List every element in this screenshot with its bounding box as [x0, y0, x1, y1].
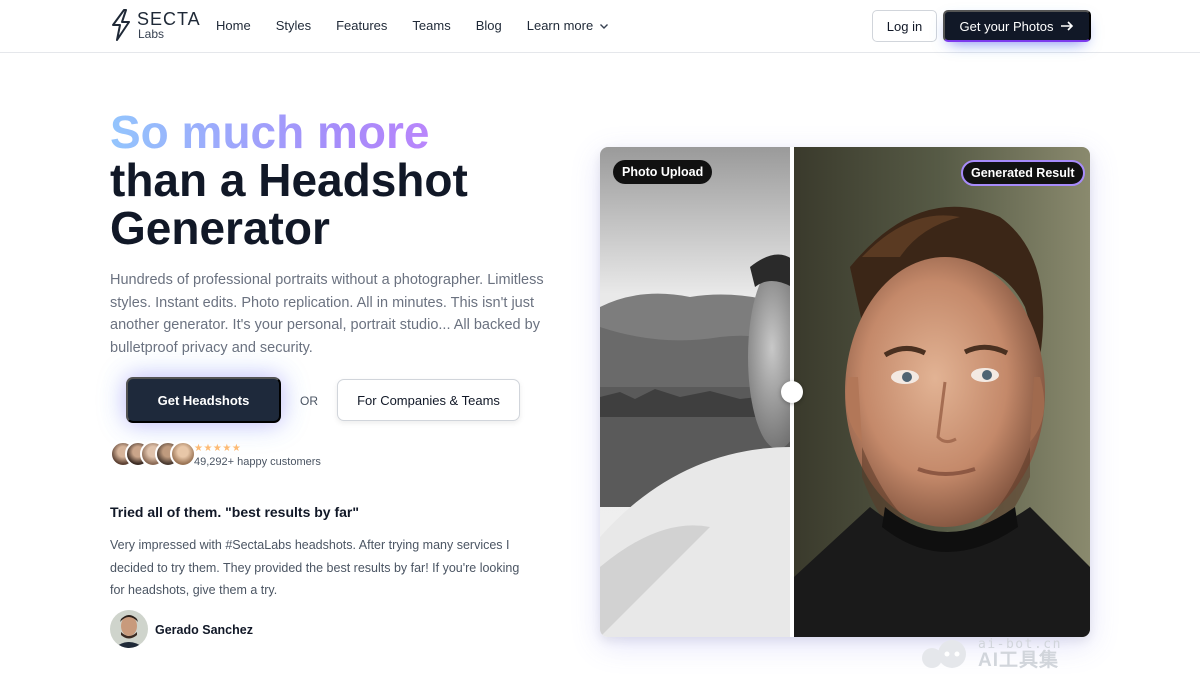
nav-styles[interactable]: Styles [276, 18, 311, 33]
nav-learn-more-label: Learn more [526, 18, 594, 33]
rating-stars: ★★★★★ [194, 443, 242, 454]
hero-description: Hundreds of professional portraits witho… [110, 272, 544, 356]
testimonial-title: Tried all of them. "best results by far" [110, 504, 360, 520]
avatar [170, 441, 196, 467]
nav-home[interactable]: Home [216, 18, 251, 33]
logo-subtitle: Labs [138, 27, 165, 41]
hero-title-line3: Generator [110, 202, 330, 254]
photo-upload-badge: Photo Upload [613, 160, 713, 184]
get-photos-button[interactable]: Get your Photos [943, 10, 1091, 42]
hero-title-line2: than a Headshot [110, 154, 468, 206]
nav-learn-more[interactable]: Learn more [527, 18, 609, 33]
robot-watermark-icon [922, 640, 966, 668]
secta-labs-logo[interactable]: SECTA Labs [108, 8, 201, 42]
nav-teams[interactable]: Teams [412, 18, 450, 33]
get-headshots-button[interactable]: Get Headshots [126, 377, 281, 423]
testimonial-text: Very impressed with #SectaLabs headshots… [110, 538, 520, 597]
lightning-logo-icon [112, 9, 130, 41]
reviewer-name: Gerado Sanchez [155, 623, 253, 637]
top-navbar: SECTA Labs Home Styles Features Teams Bl… [0, 0, 1200, 53]
main-nav: Home Styles Features Teams Blog Learn mo… [216, 18, 634, 33]
hero-title-gradient: So much more [110, 108, 580, 156]
watermark: ai-bot.cn AI工具集 [918, 636, 1062, 672]
companies-teams-button[interactable]: For Companies & Teams [337, 379, 520, 421]
nav-blog[interactable]: Blog [476, 18, 502, 33]
comparison-slider-handle[interactable] [781, 381, 803, 403]
login-button[interactable]: Log in [872, 10, 937, 42]
watermark-text: AI工具集 [978, 650, 1060, 671]
or-separator: OR [300, 394, 318, 408]
get-photos-label: Get your Photos [959, 18, 1054, 34]
nav-features[interactable]: Features [336, 18, 387, 33]
hero-title: So much more than a Headshot Generator [110, 108, 580, 252]
reviewer-avatar [110, 610, 148, 648]
generated-result-badge: Generated Result [961, 160, 1085, 186]
customer-count: 49,292+ happy customers [194, 456, 321, 468]
chevron-down-icon [600, 23, 609, 29]
before-after-comparison[interactable] [600, 147, 1090, 637]
arrow-right-icon [1061, 21, 1074, 31]
comparison-image [600, 147, 1090, 637]
reviewer-photo [110, 610, 148, 648]
logo-name: SECTA [137, 9, 201, 29]
customer-avatars [110, 441, 196, 467]
